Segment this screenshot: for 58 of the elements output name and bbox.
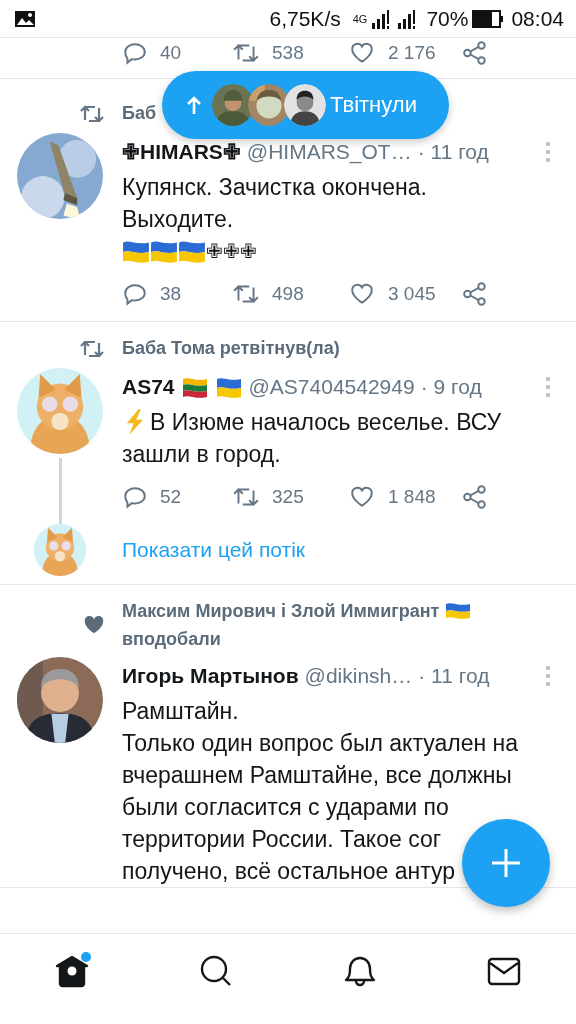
new-tweets-pill[interactable]: Твітнули [162, 71, 449, 139]
action-count: 498 [272, 283, 304, 305]
home-icon[interactable] [54, 953, 90, 989]
action-count: 2 176 [388, 42, 436, 64]
network-speed: 6,75K/s [269, 6, 341, 31]
network-type: 4G [352, 12, 368, 25]
action-count: 40 [160, 42, 182, 64]
share-icon[interactable] [462, 484, 488, 510]
share-icon[interactable] [462, 40, 488, 66]
reply-icon[interactable] [122, 281, 148, 307]
social-context: вподобали [122, 628, 221, 651]
author-handle: @dikinsh… [304, 664, 413, 688]
author-name: ✙HIMARS✙ [122, 140, 241, 164]
battery-icon [472, 9, 505, 28]
plus-icon [490, 847, 522, 879]
reply-icon[interactable] [122, 40, 148, 66]
tweet-text: вчерашнем Рамштайне, все должны [122, 761, 512, 790]
social-context: Баб [122, 102, 157, 125]
clock: 08:04 [511, 6, 564, 31]
tweet-text: зашли в город. [122, 440, 281, 469]
flag-icon [178, 239, 206, 263]
battery-level: 70% [426, 6, 469, 31]
tweet-text: Купянск. Зачистка окончена. [122, 173, 427, 202]
compose-button[interactable] [462, 819, 550, 907]
action-count: 52 [160, 486, 182, 508]
heart-icon [83, 614, 105, 636]
tweet-time: · 11 год [417, 140, 489, 164]
action-count: 325 [272, 486, 304, 508]
flag-icon [214, 376, 243, 398]
flag-icon [122, 239, 150, 263]
show-thread-link[interactable]: Показати цей потік [122, 538, 305, 562]
up-arrow-icon [186, 95, 202, 115]
action-count: 38 [160, 283, 182, 305]
tweet-text: В Изюме началось веселье. ВСУ [150, 408, 502, 437]
author-name: AS74 [122, 375, 175, 399]
social-context: Максим Мирович і Злой Иммигрант [122, 600, 440, 623]
author-handle: @HIMARS_OT… [246, 140, 412, 164]
tweet-text: получено, всё остальное антур [122, 857, 456, 886]
tweet-text: Рамштайн. [122, 697, 239, 726]
image-icon [14, 9, 36, 28]
flag-icon [150, 239, 178, 263]
tweet-text: территории России. Такое сог [122, 825, 442, 854]
share-icon[interactable] [462, 281, 488, 307]
tweet-text: были согласится с ударами по [122, 793, 449, 822]
tweet-time: · 9 год [420, 375, 482, 399]
action-count: 538 [272, 42, 304, 64]
action-count: 3 045 [388, 283, 436, 305]
flag-icon [180, 376, 209, 398]
tweet-text: Только один вопрос был актуален на [122, 729, 519, 758]
tweet-text: Выходите. [122, 205, 234, 234]
social-context: Баба Тома ретвітнув(ла) [122, 337, 340, 360]
tweet-text: ✙✙✙ [206, 239, 257, 264]
flag-icon [445, 601, 472, 621]
author-handle: @AS7404542949 [248, 375, 415, 399]
tweet-time: · 11 год [418, 664, 490, 688]
action-count: 1 848 [388, 486, 436, 508]
author-name: Игорь Мартынов [122, 664, 299, 688]
reply-icon[interactable] [122, 484, 148, 510]
